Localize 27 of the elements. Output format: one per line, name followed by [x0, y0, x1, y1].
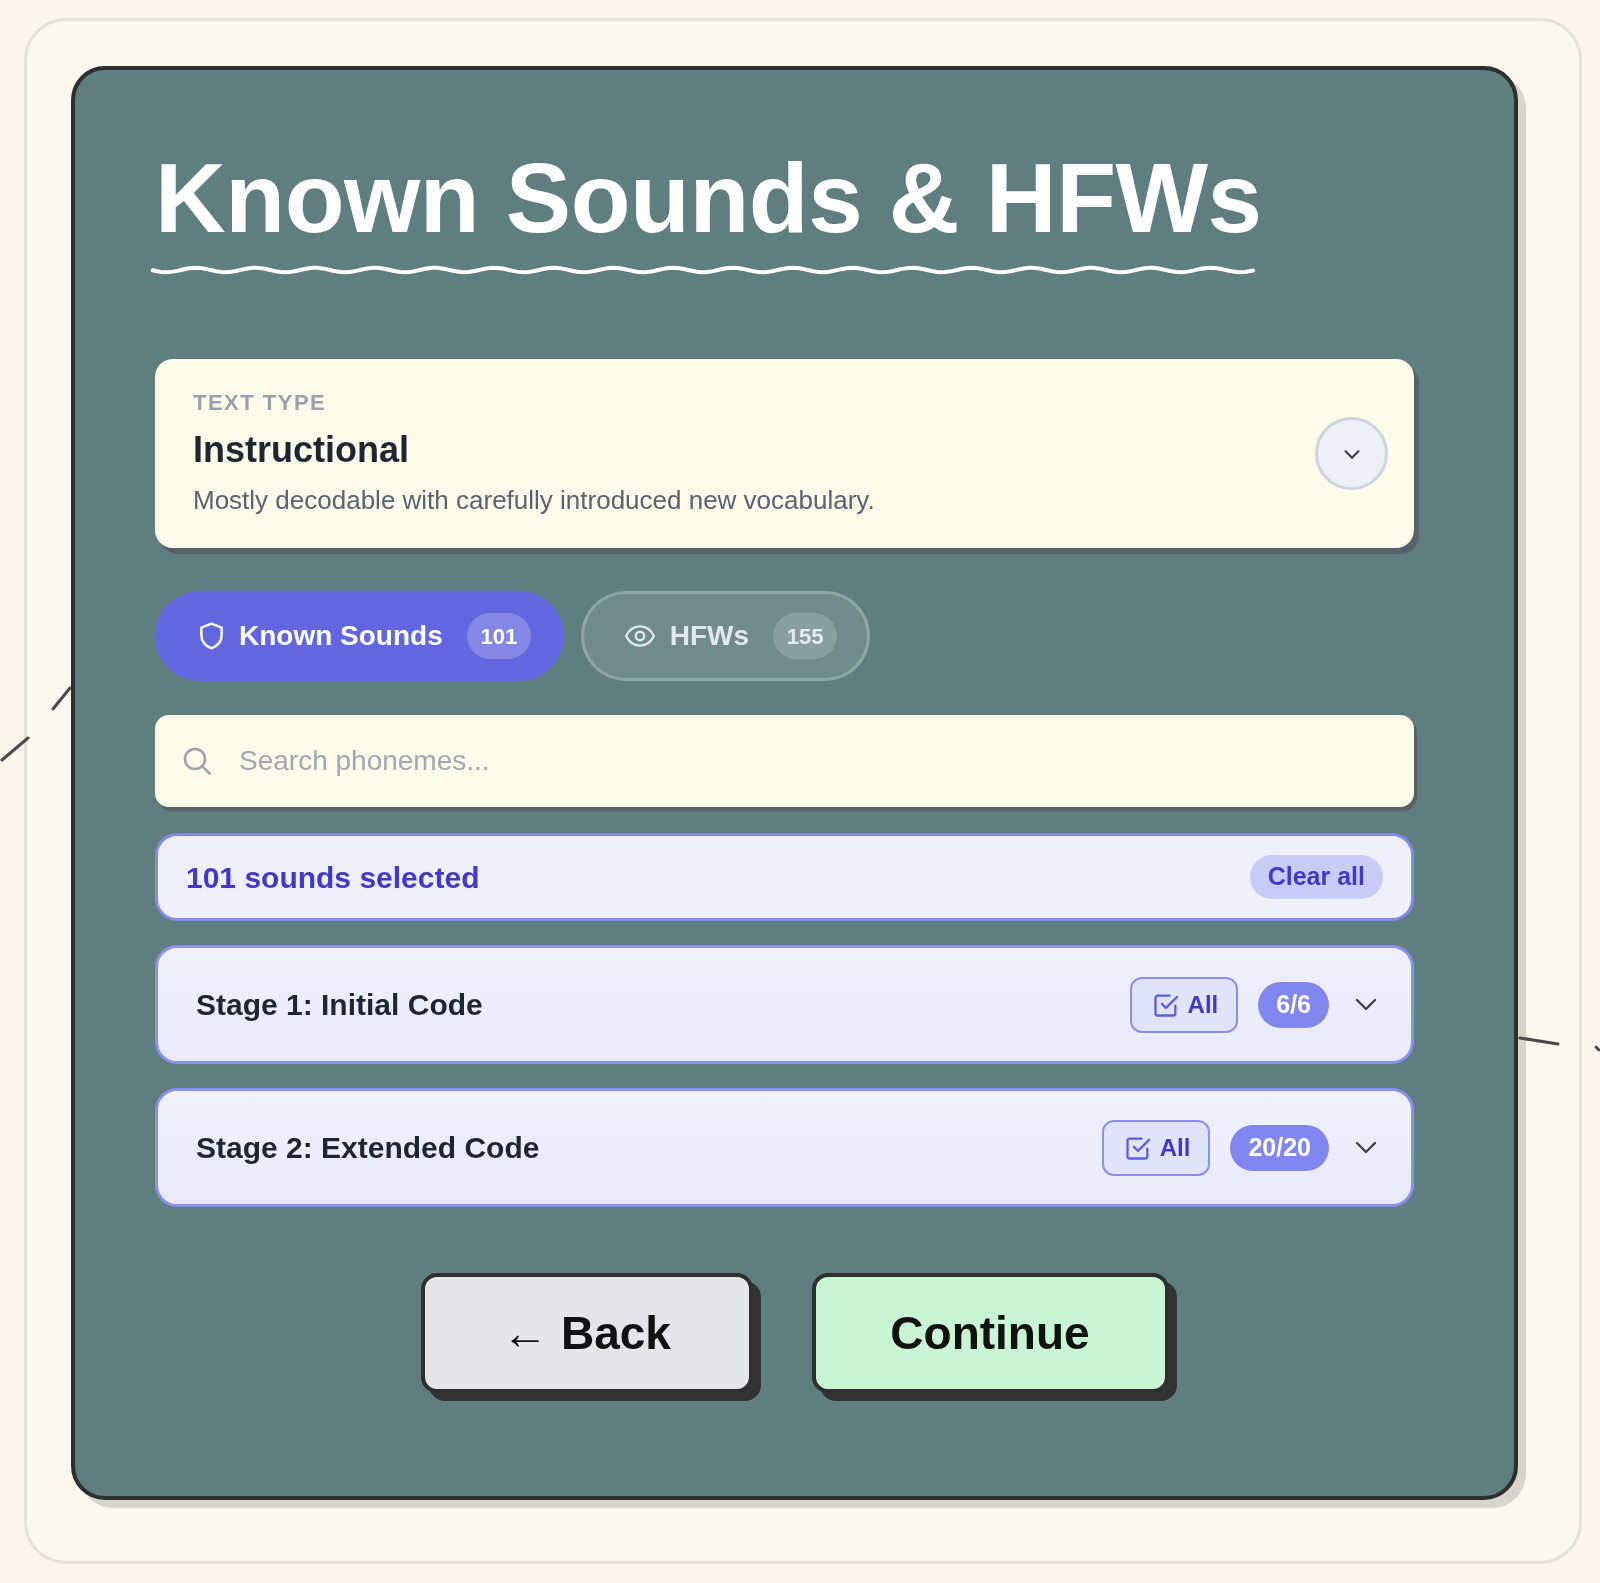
tab-count-badge: 155	[773, 613, 838, 659]
page-title: Known Sounds & HFWs	[155, 144, 1262, 252]
stage-row[interactable]: Stage 2: Extended Code All 20/20	[155, 1088, 1414, 1207]
select-all-button[interactable]: All	[1129, 976, 1239, 1033]
eye-icon	[623, 624, 656, 648]
pen-stroke-icon	[0, 736, 30, 762]
shield-icon	[198, 621, 225, 651]
pen-stroke-icon	[1518, 1035, 1560, 1047]
stage-title: Stage 2: Extended Code	[196, 1130, 541, 1166]
clear-all-button[interactable]: Clear all	[1249, 855, 1383, 899]
chevron-icon[interactable]	[1355, 1141, 1377, 1154]
text-type-label: TEXT TYPE	[193, 389, 328, 417]
select-all-button[interactable]: All	[1101, 1119, 1211, 1176]
text-type-value: Instructional	[193, 428, 411, 472]
search-icon	[181, 745, 213, 777]
text-type-description: Mostly decodable with carefully introduced new vocabulary.	[193, 484, 876, 517]
pen-stroke-icon	[51, 686, 72, 711]
stage-row[interactable]: Stage 1: Initial Code All 6/6	[155, 945, 1414, 1064]
tab-count-badge: 101	[466, 613, 531, 659]
stage-count-badge: 6/6	[1258, 981, 1329, 1028]
stage-count-badge: 20/20	[1230, 1124, 1329, 1171]
search-field[interactable]: Search phonemes...	[155, 715, 1414, 807]
tab[interactable]: Known Sounds 101	[155, 591, 564, 681]
selection-summary: 101 sounds selected	[186, 859, 480, 896]
pen-stroke-icon	[1594, 1045, 1600, 1052]
stage-title: Stage 1: Initial Code	[196, 987, 484, 1023]
chevron-icon[interactable]	[1355, 998, 1377, 1011]
